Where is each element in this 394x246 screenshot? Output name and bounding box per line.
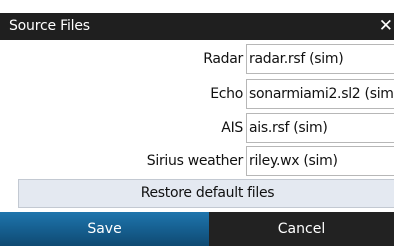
source-field-echo[interactable]: sonarmiami2.sl2 (sim) [246, 79, 394, 109]
source-row-radar: Radar radar.rsf (sim) [0, 43, 394, 75]
source-row-sirius-weather: Sirius weather riley.wx (sim) [0, 145, 394, 177]
source-row-echo: Echo sonarmiami2.sl2 (sim) [0, 78, 394, 110]
source-label-echo: Echo [210, 86, 243, 102]
source-label-radar: Radar [203, 51, 243, 67]
close-icon[interactable]: ✕ [374, 13, 394, 40]
source-label-ais: AIS [221, 120, 243, 136]
dialog-titlebar: Source Files ✕ [0, 13, 394, 40]
source-row-ais: AIS ais.rsf (sim) [0, 112, 394, 144]
source-label-sirius-weather: Sirius weather [146, 153, 244, 169]
source-field-sirius-weather[interactable]: riley.wx (sim) [246, 146, 394, 176]
save-button[interactable]: Save [0, 212, 209, 246]
dialog-title: Source Files [9, 18, 90, 34]
source-field-ais[interactable]: ais.rsf (sim) [246, 113, 394, 143]
source-files-dialog: Source Files ✕ Radar radar.rsf (sim) Ech… [0, 0, 394, 246]
source-field-radar[interactable]: radar.rsf (sim) [246, 44, 394, 74]
cancel-button[interactable]: Cancel [209, 212, 394, 246]
restore-default-files-button[interactable]: Restore default files [18, 179, 394, 208]
